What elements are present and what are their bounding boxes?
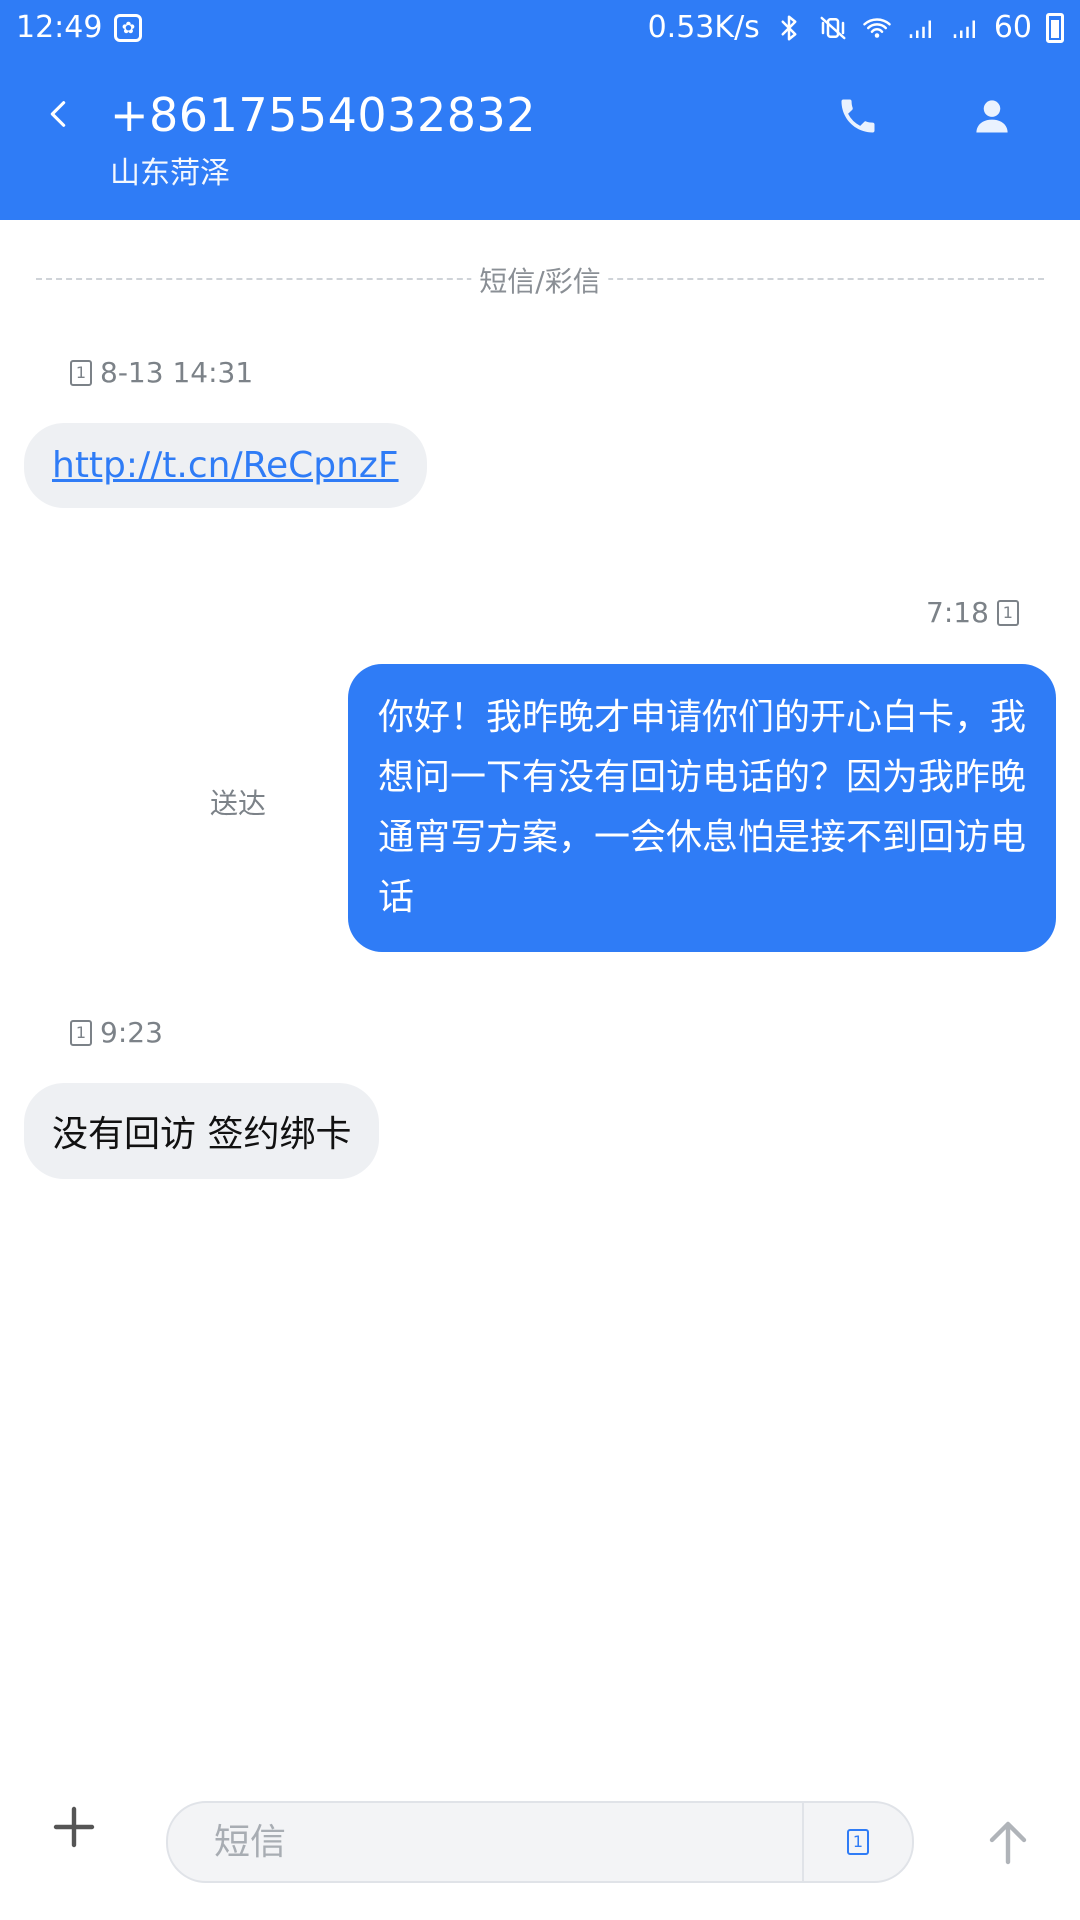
- delivery-status: 送达: [210, 787, 267, 820]
- contact-button[interactable]: [962, 86, 1022, 146]
- sim-switch-button[interactable]: 1: [802, 1803, 912, 1881]
- divider-label: 短信/彩信: [471, 260, 609, 300]
- message-type-divider: 短信/彩信: [36, 260, 1044, 300]
- message-text: 没有回访 签约绑卡: [52, 1114, 352, 1155]
- contact-icon: [976, 100, 1008, 133]
- back-button[interactable]: [30, 86, 86, 142]
- outgoing-message-bubble[interactable]: 你好！我昨晚才申请你们的开心白卡，我想问一下有没有回访电话的？因为我昨晚通宵写方…: [348, 664, 1056, 952]
- contact-number: +8617554032832: [110, 88, 537, 142]
- wifi-icon: [863, 18, 891, 38]
- message-timestamp: 8-13 14:31: [100, 356, 254, 389]
- sim-icon: 1: [70, 359, 92, 386]
- battery-level: 60: [993, 10, 1032, 45]
- status-time: 12:49: [16, 10, 103, 45]
- message-text: 你好！我昨晚才申请你们的开心白卡，我想问一下有没有回访电话的？因为我昨晚通宵写方…: [378, 697, 1027, 918]
- plus-icon: [53, 1806, 95, 1848]
- contact-location: 山东菏泽: [110, 156, 230, 191]
- signal-icon: [909, 20, 931, 38]
- message-meta: 1 9:23: [70, 1016, 163, 1049]
- message-link[interactable]: http://t.cn/ReCpnzF: [52, 445, 399, 486]
- message-meta: 1 8-13 14:31: [70, 356, 253, 389]
- message-meta: 7:18 1: [926, 596, 1019, 629]
- top-bar: 12:49 ✿ 0.53K/s 60 +8617554032832 山东菏泽: [0, 0, 1080, 220]
- attach-button[interactable]: [44, 1797, 104, 1857]
- phone-icon: [841, 99, 875, 133]
- send-icon: [989, 1821, 1027, 1865]
- battery-icon: [1046, 13, 1064, 43]
- network-speed: 0.53K/s: [647, 10, 760, 45]
- bluetooth-icon: [781, 15, 797, 41]
- signal-icon-2: [953, 20, 975, 38]
- message-timestamp: 9:23: [100, 1016, 163, 1049]
- incoming-message-bubble[interactable]: http://t.cn/ReCpnzF: [24, 423, 427, 508]
- message-input-container: 1: [166, 1801, 914, 1883]
- back-icon: [50, 101, 66, 127]
- message-input[interactable]: [168, 1803, 802, 1881]
- sim-icon: 1: [847, 1829, 869, 1855]
- sim-icon: 1: [996, 599, 1019, 626]
- status-bar: 12:49 ✿ 0.53K/s 60: [0, 0, 1080, 56]
- sim-icon: 1: [70, 1019, 92, 1046]
- vibrate-icon: [820, 16, 846, 40]
- incoming-message-bubble[interactable]: 没有回访 签约绑卡: [24, 1083, 380, 1179]
- app-badge-icon: ✿: [114, 14, 143, 42]
- message-timestamp: 7:18: [926, 596, 989, 629]
- call-button[interactable]: [828, 86, 888, 146]
- conversation-header: +8617554032832 山东菏泽: [0, 56, 1080, 220]
- send-button[interactable]: [980, 1812, 1036, 1872]
